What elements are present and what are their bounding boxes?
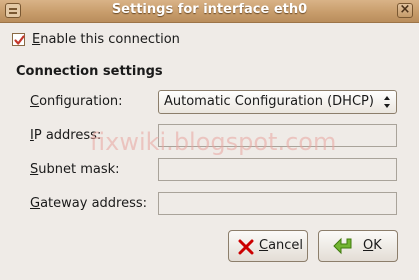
enable-connection-checkbox[interactable] (12, 33, 25, 46)
ok-label: OK (363, 238, 382, 253)
title-bar[interactable]: Settings for interface eth0 × (0, 0, 419, 23)
ok-button[interactable]: OK (318, 230, 398, 262)
gateway-address-field[interactable] (158, 192, 397, 215)
enable-connection-label[interactable]: Enable this connection (32, 32, 180, 48)
subnet-mask-label: Subnet mask: (30, 162, 120, 177)
checkmark-icon (14, 35, 25, 45)
configuration-select[interactable]: Automatic Configuration (DHCP) (158, 90, 397, 114)
section-title: Connection settings (16, 64, 163, 79)
cancel-label: Cancel (259, 238, 304, 253)
subnet-mask-field[interactable] (158, 158, 397, 181)
gateway-address-label: Gateway address: (30, 196, 148, 211)
close-button[interactable]: × (397, 3, 413, 18)
updown-arrows-icon (384, 96, 390, 108)
watermark-text: fixwiki.blogspot.com (90, 128, 337, 156)
cancel-button[interactable]: Cancel (228, 230, 308, 262)
configuration-value: Automatic Configuration (DHCP) (164, 94, 374, 109)
ok-arrow-icon (333, 237, 352, 255)
configuration-label: Configuration: (30, 94, 123, 109)
cancel-icon (238, 239, 254, 255)
window-title: Settings for interface eth0 (111, 2, 308, 17)
